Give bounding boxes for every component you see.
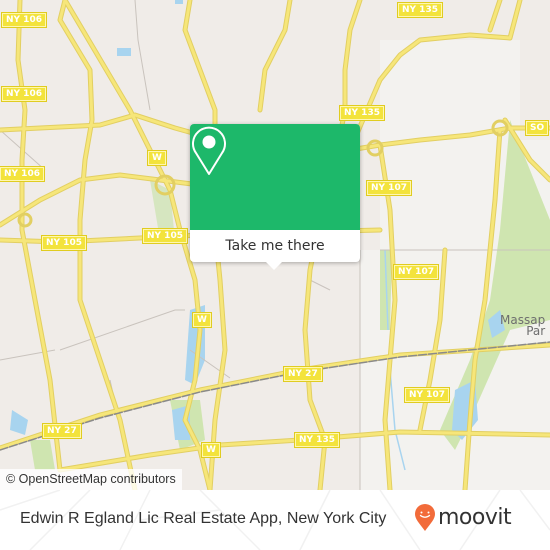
road-shield-ny135: NY 135	[339, 105, 385, 121]
road-shield-ny135: NY 135	[397, 2, 443, 18]
popup-header	[190, 124, 360, 230]
moovit-wordmark: moovit	[438, 505, 512, 530]
road-shield-ny105: NY 105	[41, 235, 87, 251]
road-shield-ny107: NY 107	[393, 264, 439, 280]
moovit-pin-logo-icon	[415, 504, 435, 531]
road-shield-ny135: NY 135	[294, 432, 340, 448]
popup-pointer	[266, 262, 282, 270]
map-attribution[interactable]: © OpenStreetMap contributors	[0, 469, 182, 490]
location-title: Edwin R Egland Lic Real Estate App, New …	[20, 510, 387, 527]
road-shield-ny105: NY 105	[142, 228, 188, 244]
road-shield-so: SO	[524, 120, 550, 136]
road-shield-w: W	[201, 442, 221, 458]
road-shield-ny106: NY 106	[0, 166, 45, 182]
place-label-massapequa-park: Massap Par	[500, 314, 546, 338]
road-shield-w: W	[147, 150, 167, 166]
road-shield-ny27: NY 27	[42, 423, 82, 439]
place-label-line2: Par	[526, 324, 546, 338]
take-me-there-button[interactable]: Take me there	[190, 230, 360, 262]
road-shield-w: W	[192, 312, 212, 328]
road-shield-ny106: NY 106	[1, 86, 47, 102]
map-view[interactable]: NY 106 NY 106 NY 106 NY 105 NY 105 W W W…	[0, 0, 550, 490]
road-shield-ny107: NY 107	[404, 387, 450, 403]
road-shield-ny107: NY 107	[366, 180, 412, 196]
location-popup: Take me there	[190, 124, 360, 270]
map-pin-icon	[192, 126, 226, 175]
road-shield-ny27: NY 27	[283, 366, 323, 382]
road-shield-ny106: NY 106	[1, 12, 47, 28]
footer-bar: Edwin R Egland Lic Real Estate App, New …	[0, 490, 550, 550]
moovit-logo[interactable]: moovit	[414, 504, 512, 532]
